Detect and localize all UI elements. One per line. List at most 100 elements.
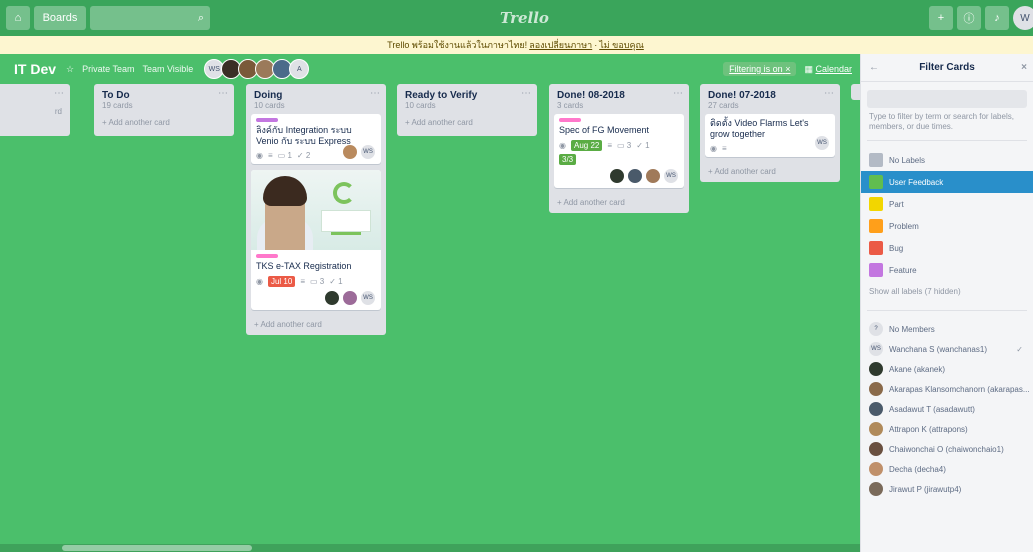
- list-count: 10 cards: [254, 101, 285, 110]
- trello-logo[interactable]: Trello: [500, 9, 549, 27]
- list-partial-right[interactable]: [851, 84, 860, 100]
- member-avatar: ?: [869, 322, 883, 336]
- member-name: Wanchana S (wanchanas1): [889, 344, 987, 354]
- horizontal-scrollbar[interactable]: [0, 544, 860, 552]
- add-card-button[interactable]: rd: [0, 103, 65, 116]
- member-filter-item[interactable]: Asadawut T (asadawutt): [861, 399, 1033, 419]
- scrollbar-thumb[interactable]: [62, 545, 252, 551]
- member-filter-item[interactable]: Attrapon K (attrapons): [861, 419, 1033, 439]
- member-avatar[interactable]: [645, 168, 661, 184]
- top-bar: ⌂ Boards ⌕ Trello + ⓘ ♪ W: [0, 0, 1033, 36]
- sidebar-title: Filter Cards: [919, 62, 975, 73]
- list-done-07-2018[interactable]: ⋯ Done! 07-2018 27 cards ติดตั้ง Video F…: [700, 84, 840, 182]
- info-button[interactable]: ⓘ: [957, 6, 981, 30]
- member-filter-item[interactable]: Akarapas Klansomchanorn (akarapas...: [861, 379, 1033, 399]
- list-menu-icon[interactable]: ⋯: [54, 88, 64, 99]
- board-member-avatar[interactable]: A: [289, 59, 310, 79]
- member-avatar[interactable]: WS: [360, 144, 376, 160]
- calendar-link[interactable]: Calendar: [815, 64, 852, 74]
- member-avatar[interactable]: WS: [814, 135, 830, 151]
- comments-badge: ▭ 3: [617, 141, 632, 150]
- list-menu-icon[interactable]: ⋯: [824, 88, 834, 99]
- card-label: [559, 118, 581, 122]
- member-filter-item[interactable]: WS Wanchana S (wanchanas1) ✓: [861, 339, 1033, 359]
- member-filter-item[interactable]: Chaiwonchai O (chaiwonchaio1): [861, 439, 1033, 459]
- member-filter-item[interactable]: Akane (akanek): [861, 359, 1033, 379]
- member-avatar[interactable]: WS: [663, 168, 679, 184]
- clear-filter-icon[interactable]: ×: [785, 64, 790, 74]
- user-avatar[interactable]: W: [1013, 6, 1033, 30]
- create-button[interactable]: +: [929, 6, 953, 30]
- add-card-button[interactable]: + Add another card: [251, 316, 381, 329]
- star-icon[interactable]: ☆: [66, 64, 74, 75]
- label-filter-list: No Labels User Feedback Part Problem Bug Feat…: [861, 149, 1033, 281]
- description-icon: ≡: [721, 144, 727, 153]
- member-name: Jirawut P (jirawutp4): [889, 484, 962, 494]
- list-ready-to-verify[interactable]: ⋯ Ready to Verify 10 cards + Add another…: [397, 84, 537, 136]
- member-avatar[interactable]: [342, 144, 358, 160]
- list-done-08-2018[interactable]: ⋯ Done! 08-2018 3 cards Spec of FG Movem…: [549, 84, 689, 213]
- label-filter-item[interactable]: Problem: [861, 215, 1033, 237]
- member-avatar[interactable]: [609, 168, 625, 184]
- filter-indicator[interactable]: Filtering is on ×: [723, 62, 797, 76]
- member-avatar[interactable]: [342, 290, 358, 306]
- board-members: WS A: [204, 59, 310, 79]
- board-title[interactable]: IT Dev: [14, 61, 56, 77]
- member-name: Attrapon K (attrapons): [889, 424, 968, 434]
- label-filter-item[interactable]: User Feedback: [861, 171, 1033, 193]
- card-badges: ◉ Aug 22 ≡ ▭ 3 ✓ 1: [559, 140, 679, 151]
- member-filter-item[interactable]: Jirawut P (jirawutp4): [861, 479, 1033, 499]
- member-avatar[interactable]: [627, 168, 643, 184]
- board-header: IT Dev ☆ Private Team Team Visible WS A F…: [0, 54, 860, 84]
- add-card-button[interactable]: + Add another card: [554, 194, 684, 207]
- watch-icon: ◉: [256, 151, 263, 160]
- member-filter-item[interactable]: Decha (decha4): [861, 459, 1033, 479]
- card[interactable]: Spec of FG Movement ◉ Aug 22 ≡ ▭ 3 ✓ 1 3…: [554, 114, 684, 188]
- list-menu-icon[interactable]: ⋯: [673, 88, 683, 99]
- label-name: Part: [889, 199, 904, 209]
- list-todo[interactable]: ⋯ To Do 19 cards + Add another card: [94, 84, 234, 136]
- close-icon[interactable]: ×: [1021, 62, 1027, 73]
- show-all-labels-link[interactable]: Show all labels (7 hidden): [861, 281, 1033, 302]
- add-card-button[interactable]: + Add another card: [705, 163, 835, 176]
- checklist-complete-badge: 3/3: [559, 154, 577, 165]
- board-visibility[interactable]: Team Visible: [142, 64, 193, 74]
- label-swatch: [869, 153, 883, 167]
- list-menu-icon[interactable]: ⋯: [370, 88, 380, 99]
- banner-switch-link[interactable]: ลองเปลี่ยนภาษา: [529, 38, 592, 52]
- list-partial[interactable]: ⋯ rd: [0, 84, 70, 136]
- back-arrow-icon[interactable]: ←: [869, 62, 879, 73]
- label-filter-item[interactable]: Bug: [861, 237, 1033, 259]
- label-filter-item[interactable]: Part: [861, 193, 1033, 215]
- plus-icon: +: [937, 12, 945, 24]
- label-swatch: [869, 263, 883, 277]
- home-button[interactable]: ⌂: [6, 6, 30, 30]
- notifications-button[interactable]: ♪: [985, 6, 1009, 30]
- team-visibility[interactable]: Private Team: [82, 64, 134, 74]
- check-icon: ✓: [1016, 344, 1023, 354]
- member-filter-item[interactable]: ? No Members: [861, 319, 1033, 339]
- boards-button[interactable]: Boards: [34, 6, 86, 30]
- add-card-button[interactable]: + Add another card: [402, 114, 532, 127]
- card[interactable]: ลิงค์กับ Integration ระบบ Venio กับ ระบบ…: [251, 114, 381, 164]
- filter-search-input[interactable]: [867, 90, 1027, 108]
- add-card-button[interactable]: + Add another card: [99, 114, 229, 127]
- card[interactable]: TKS e-TAX Registration ◉ Jul 10 ≡ ▭ 3 ✓ …: [251, 170, 381, 310]
- search-input[interactable]: ⌕: [90, 6, 210, 30]
- label-filter-item[interactable]: Feature: [861, 259, 1033, 281]
- member-avatar[interactable]: [324, 290, 340, 306]
- description-icon: ≡: [607, 141, 613, 150]
- card[interactable]: ติดตั้ง Video Flarms Let's grow together…: [705, 114, 835, 157]
- banner-dismiss-link[interactable]: ไม่ ขอบคุณ: [599, 38, 644, 52]
- list-menu-icon[interactable]: ⋯: [218, 88, 228, 99]
- label-swatch: [869, 219, 883, 233]
- card-title: TKS e-TAX Registration: [256, 261, 352, 271]
- list-menu-icon[interactable]: ⋯: [521, 88, 531, 99]
- label-filter-item[interactable]: No Labels: [861, 149, 1033, 171]
- banner-text: Trello พร้อมใช้งานแล้วในภาษาไทย!: [387, 40, 528, 50]
- member-avatar[interactable]: WS: [360, 290, 376, 306]
- card-title: Spec of FG Movement: [559, 125, 650, 135]
- member-avatar: [869, 442, 883, 456]
- label-name: Problem: [889, 221, 919, 231]
- list-doing[interactable]: ⋯ Doing 10 cards ลิงค์กับ Integration ระ…: [246, 84, 386, 335]
